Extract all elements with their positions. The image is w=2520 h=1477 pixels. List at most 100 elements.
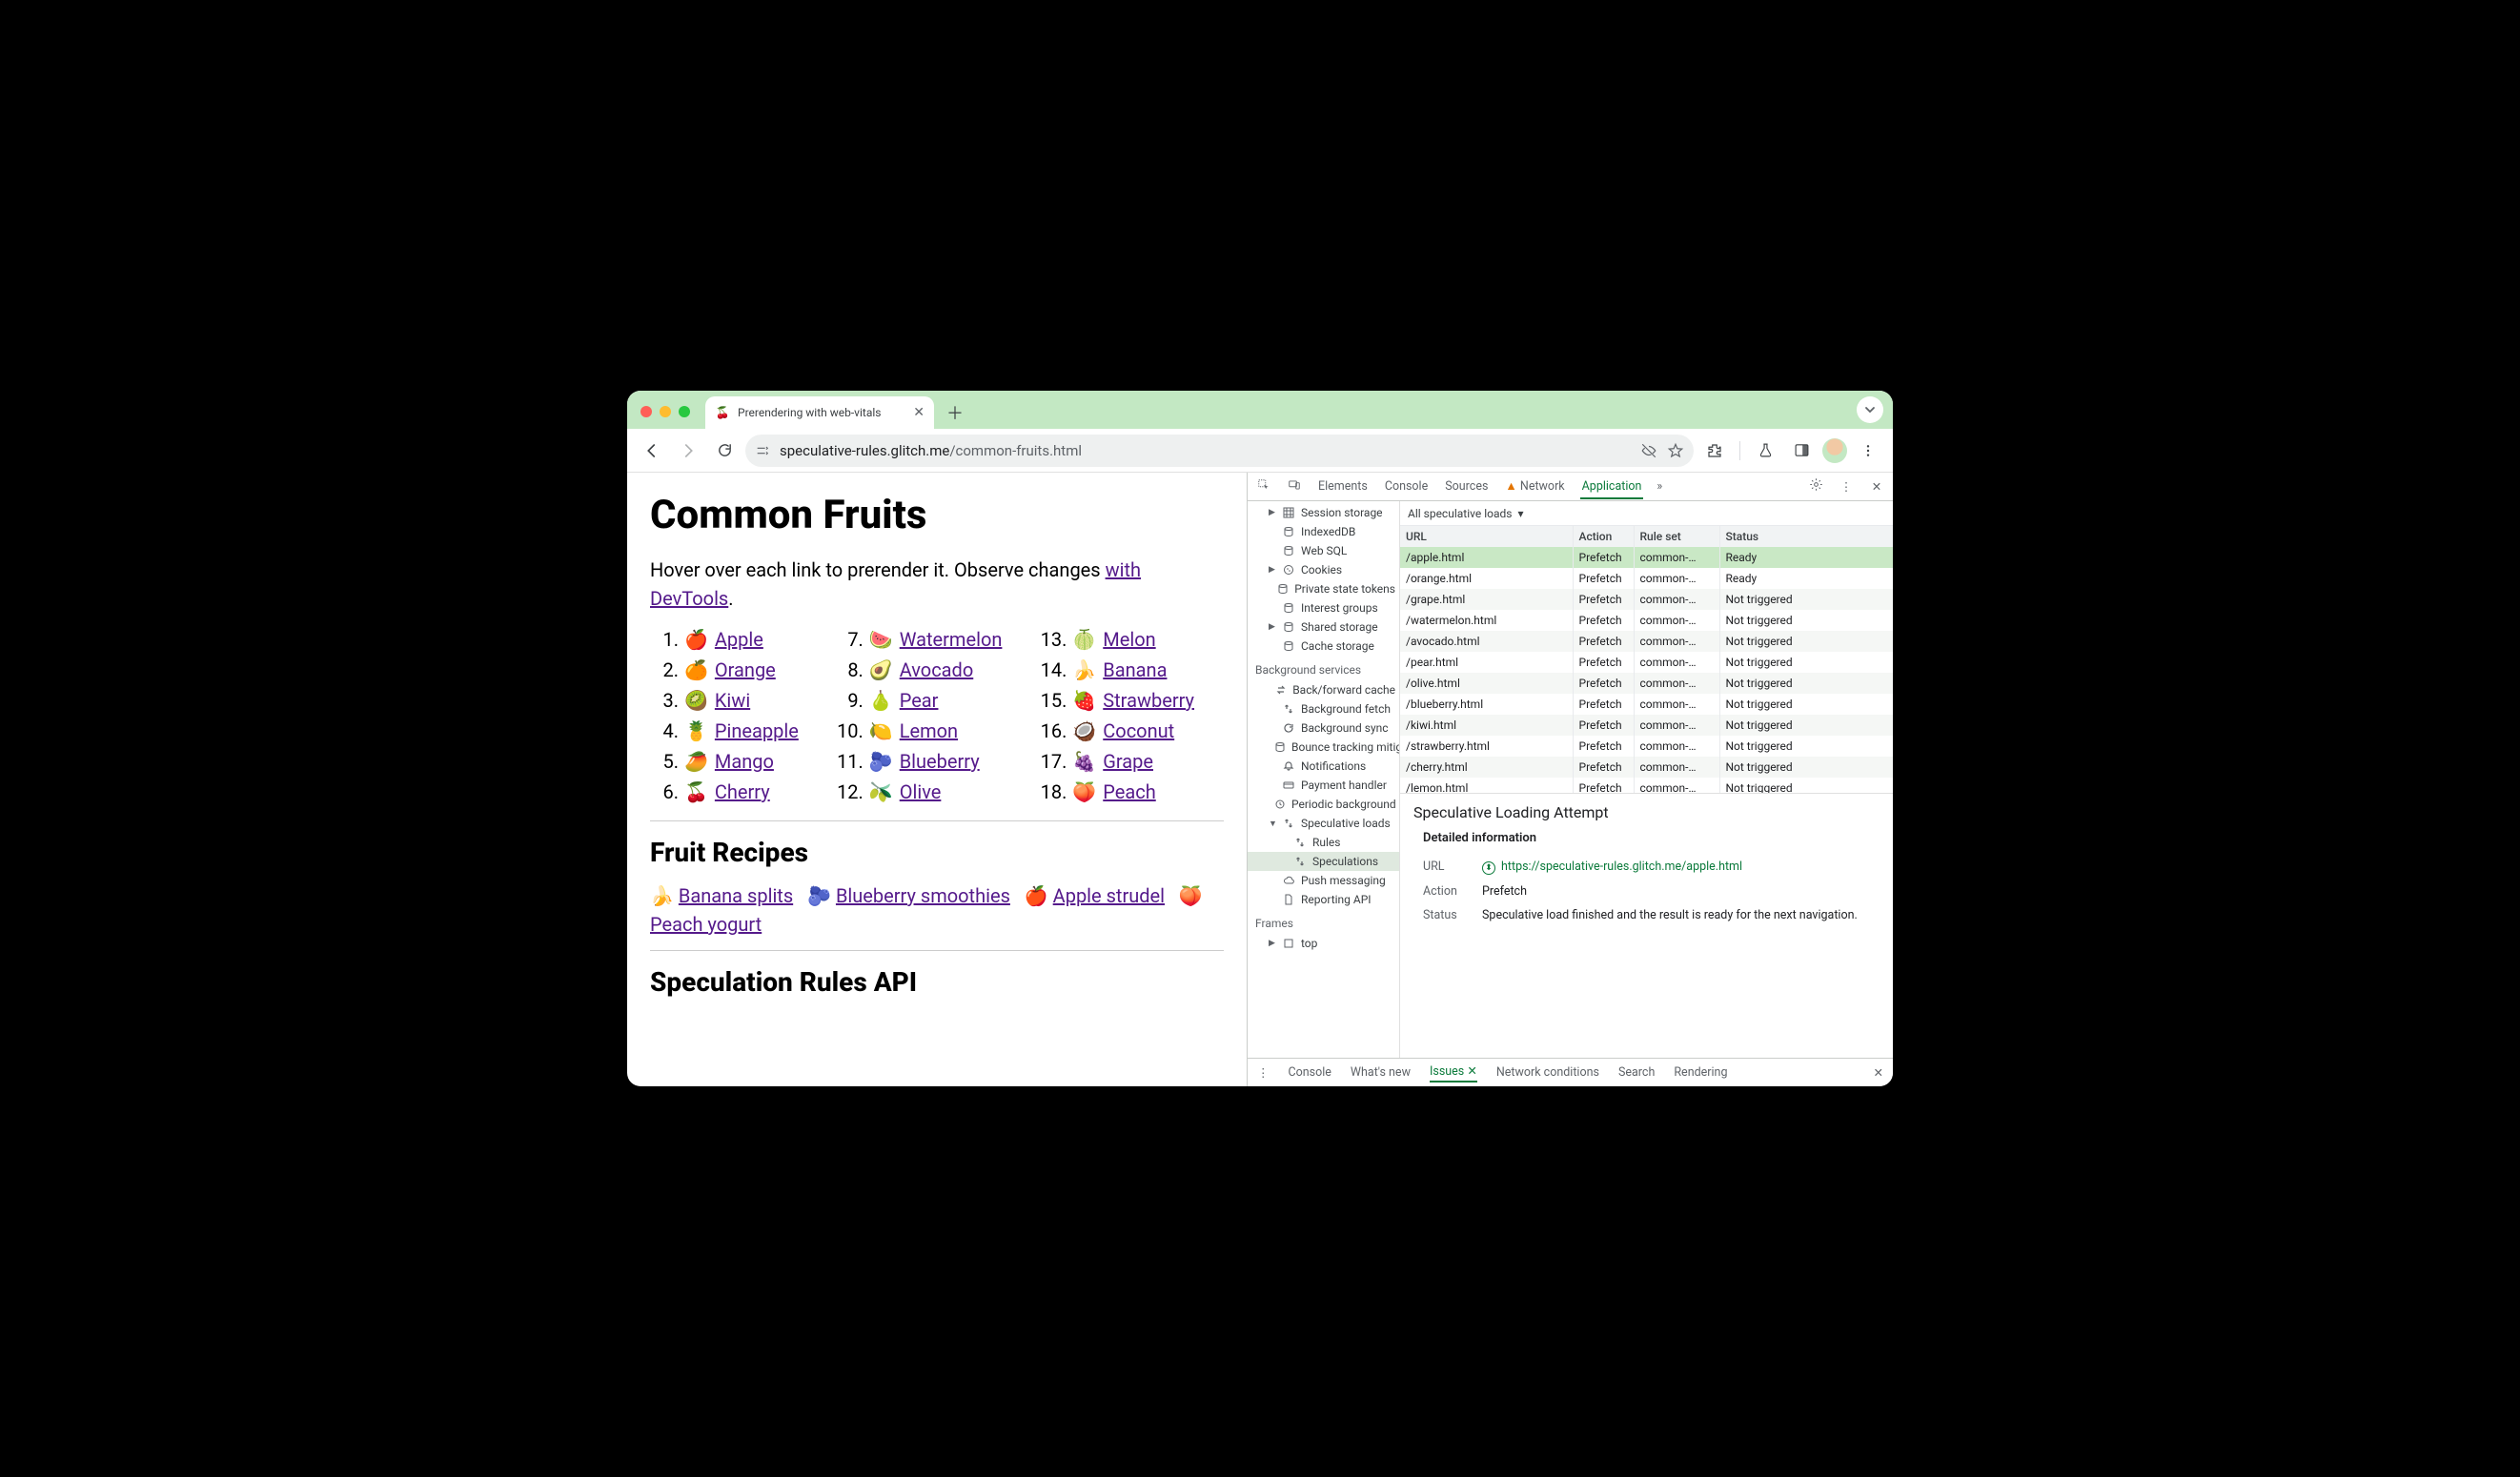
speculations-filter[interactable]: All speculative loads ▾ [1400, 501, 1893, 526]
sidebar-item[interactable]: IndexedDB [1248, 522, 1399, 541]
sidebar-item[interactable]: Periodic background sync [1248, 795, 1399, 814]
tab-network[interactable]: ▲ Network [1503, 474, 1566, 499]
table-row[interactable]: /lemon.htmlPrefetchcommon-…Not triggered [1400, 778, 1893, 793]
fruit-link[interactable]: Banana [1103, 658, 1167, 681]
fruit-link[interactable]: Peach [1103, 780, 1155, 803]
tab-application[interactable]: Application [1580, 474, 1644, 499]
drawer-network-conditions[interactable]: Network conditions [1496, 1065, 1599, 1080]
device-toggle-icon[interactable] [1286, 478, 1303, 496]
fruit-link[interactable]: Lemon [900, 719, 958, 742]
bookmark-star-icon[interactable] [1667, 442, 1684, 459]
fruit-link[interactable]: Pear [900, 689, 939, 712]
fruit-link[interactable]: Kiwi [715, 689, 750, 712]
db-icon [1274, 741, 1286, 753]
sidebar-item[interactable]: Background fetch [1248, 699, 1399, 718]
fruit-link[interactable]: Mango [715, 750, 774, 773]
sidebar-item[interactable]: ▶Shared storage [1248, 617, 1399, 637]
devtools-kebab-icon[interactable]: ⋮ [1838, 479, 1855, 495]
sidebar-item[interactable]: ▶top [1248, 934, 1399, 953]
new-tab-button[interactable]: ＋ [942, 399, 968, 426]
table-row[interactable]: /grape.htmlPrefetchcommon-…Not triggered [1400, 589, 1893, 610]
fruit-link[interactable]: Strawberry [1103, 689, 1194, 712]
fruit-link[interactable]: Olive [900, 780, 942, 803]
site-settings-icon[interactable] [755, 443, 770, 458]
inspect-icon[interactable] [1255, 478, 1272, 496]
fruit-link[interactable]: Apple [715, 628, 763, 651]
sidebar-item[interactable]: Web SQL [1248, 541, 1399, 560]
forward-button[interactable] [673, 435, 703, 466]
close-window-button[interactable] [640, 406, 652, 417]
sidebar-item[interactable]: ▼Speculative loads [1248, 814, 1399, 833]
sidebar-item[interactable]: Bounce tracking mitigation [1248, 738, 1399, 757]
fruit-link[interactable]: Pineapple [715, 719, 799, 742]
application-sidebar[interactable]: ▶Session storageIndexedDBWeb SQL▶Cookies… [1248, 501, 1400, 1058]
sidebar-item[interactable]: Speculations [1248, 852, 1399, 871]
sidebar-item[interactable]: Background sync [1248, 718, 1399, 738]
drawer-rendering[interactable]: Rendering [1674, 1065, 1727, 1080]
sidebar-item[interactable]: Private state tokens [1248, 579, 1399, 598]
maximize-window-button[interactable] [679, 406, 690, 417]
devtools-close-icon[interactable]: ✕ [1868, 479, 1885, 495]
sidebar-item[interactable]: Push messaging [1248, 871, 1399, 890]
tab-elements[interactable]: Elements [1316, 474, 1370, 499]
sidebar-item[interactable]: Cache storage [1248, 637, 1399, 656]
table-row[interactable]: /blueberry.htmlPrefetchcommon-…Not trigg… [1400, 694, 1893, 715]
drawer-whatsnew[interactable]: What's new [1351, 1065, 1411, 1080]
back-button[interactable] [637, 435, 667, 466]
sidebar-item[interactable]: Interest groups [1248, 598, 1399, 617]
sidebar-item[interactable]: Payment handler [1248, 776, 1399, 795]
drawer-console[interactable]: Console [1289, 1065, 1331, 1080]
recipe-link[interactable]: Banana splits [679, 884, 793, 907]
sidebar-item[interactable]: ▶Session storage [1248, 503, 1399, 522]
labs-button[interactable] [1750, 435, 1780, 466]
fruit-link[interactable]: Coconut [1103, 719, 1174, 742]
table-row[interactable]: /avocado.htmlPrefetchcommon-…Not trigger… [1400, 631, 1893, 652]
table-row[interactable]: /strawberry.htmlPrefetchcommon-…Not trig… [1400, 736, 1893, 757]
fruit-link[interactable]: Melon [1103, 628, 1155, 651]
tab-overflow-button[interactable] [1857, 396, 1883, 423]
drawer-close-icon[interactable]: ✕ [1874, 1065, 1883, 1081]
speculations-table[interactable]: URL Action Rule set Status /apple.htmlPr… [1400, 526, 1893, 793]
close-icon[interactable]: ✕ [1467, 1064, 1476, 1079]
extensions-button[interactable] [1699, 435, 1730, 466]
fruit-link[interactable]: Grape [1103, 750, 1153, 773]
recipe-link[interactable]: Apple strudel [1053, 884, 1165, 907]
chrome-menu-button[interactable] [1853, 435, 1883, 466]
table-row[interactable]: /apple.htmlPrefetchcommon-…Ready [1400, 547, 1893, 568]
table-row[interactable]: /watermelon.htmlPrefetchcommon-…Not trig… [1400, 610, 1893, 631]
recipe-link[interactable]: Peach yogurt [650, 913, 762, 936]
tab-console[interactable]: Console [1383, 474, 1430, 499]
recipe-link[interactable]: Blueberry smoothies [836, 884, 1010, 907]
table-row[interactable]: /cherry.htmlPrefetchcommon-…Not triggere… [1400, 757, 1893, 778]
close-tab-icon[interactable]: ✕ [913, 405, 925, 420]
drawer-kebab-icon[interactable]: ⋮ [1257, 1065, 1270, 1081]
table-row[interactable]: /pear.htmlPrefetchcommon-…Not triggered [1400, 652, 1893, 673]
browser-tab[interactable]: 🍒 Prerendering with web-vitals ✕ [705, 396, 934, 429]
sidebar-item[interactable]: Reporting API [1248, 890, 1399, 909]
tab-sources[interactable]: Sources [1443, 474, 1490, 499]
sidebar-item[interactable]: ▶Cookies [1248, 560, 1399, 579]
sidebar-item-label: Shared storage [1301, 620, 1378, 634]
reload-button[interactable] [709, 435, 740, 466]
table-row[interactable]: /orange.htmlPrefetchcommon-…Ready [1400, 568, 1893, 589]
devtools-settings-icon[interactable] [1807, 477, 1824, 496]
table-row[interactable]: /kiwi.htmlPrefetchcommon-…Not triggered [1400, 715, 1893, 736]
sidebar-item[interactable]: Back/forward cache [1248, 680, 1399, 699]
fruit-link[interactable]: Blueberry [900, 750, 980, 773]
fruit-link[interactable]: Avocado [900, 658, 974, 681]
detail-url-link[interactable]: https://speculative-rules.glitch.me/appl… [1501, 860, 1742, 874]
sidepanel-button[interactable] [1786, 435, 1817, 466]
minimize-window-button[interactable] [660, 406, 671, 417]
drawer-search[interactable]: Search [1618, 1065, 1655, 1080]
more-tabs-icon[interactable]: » [1656, 479, 1662, 494]
eye-off-icon[interactable] [1640, 442, 1657, 459]
fruit-link[interactable]: Watermelon [900, 628, 1003, 651]
sidebar-item[interactable]: Notifications [1248, 757, 1399, 776]
fruit-link[interactable]: Cherry [715, 780, 770, 803]
profile-avatar[interactable] [1822, 438, 1847, 463]
drawer-issues[interactable]: Issues ✕ [1430, 1063, 1477, 1082]
sidebar-item[interactable]: Rules [1248, 833, 1399, 852]
address-bar[interactable]: speculative-rules.glitch.me/common-fruit… [745, 435, 1694, 467]
table-row[interactable]: /olive.htmlPrefetchcommon-…Not triggered [1400, 673, 1893, 694]
fruit-link[interactable]: Orange [715, 658, 776, 681]
